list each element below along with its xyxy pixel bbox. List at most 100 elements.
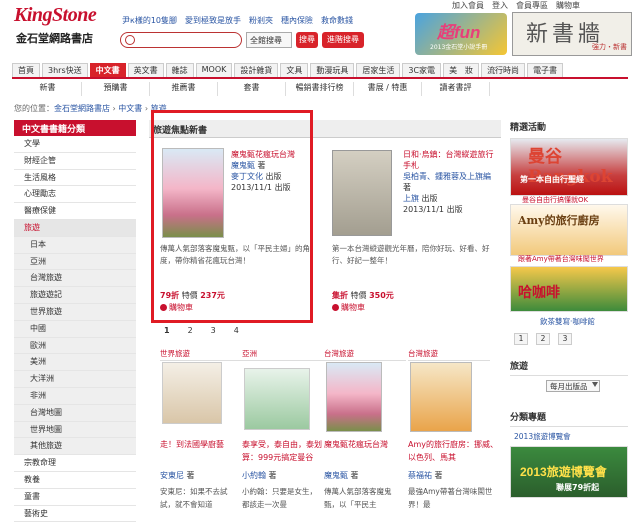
book-cover-image[interactable] <box>244 368 310 430</box>
book-title[interactable]: 泰享受，泰自由，泰划算：999元搞定曼谷 <box>242 438 322 464</box>
publisher-suffix: 出版 <box>421 194 438 203</box>
subtab-sets[interactable]: 套書 <box>218 82 286 96</box>
sidebar-subitem[interactable]: 亞洲 <box>14 253 136 271</box>
breadcrumb-home[interactable]: 金石堂網路書店 <box>54 104 110 113</box>
tab-fashion[interactable]: 流行時尚 <box>481 63 526 77</box>
sub-tabs: 新書 預購書 推薦書 套書 暢銷書排行榜 書展 / 特惠 讀者書評 <box>14 82 490 96</box>
breadcrumb-chinese-books[interactable]: 中文書 <box>118 104 142 113</box>
search-scope-select[interactable]: 全館搜尋 <box>246 32 292 48</box>
advanced-search-button[interactable]: 進階搜尋 <box>322 32 364 48</box>
sidebar-item[interactable]: 文學 <box>14 136 136 153</box>
subtab-bestseller[interactable]: 暢銷書排行榜 <box>286 82 354 96</box>
sidebar-subitem[interactable]: 世界地圖 <box>14 421 136 439</box>
tab-home-living[interactable]: 居家生活 <box>356 63 401 77</box>
sidebar-item[interactable]: 童書 <box>14 488 136 506</box>
sidebar-item[interactable]: 藝術史 <box>14 505 136 522</box>
author-suffix: 著 <box>434 471 443 480</box>
add-to-cart-button[interactable]: 購物車 <box>332 302 365 313</box>
tab-beauty[interactable]: 美 妝 <box>443 63 480 77</box>
sidebar-subitem[interactable]: 中國 <box>14 320 136 338</box>
sidebar-subitem[interactable]: 日本 <box>14 236 136 254</box>
tab-english-books[interactable]: 英文書 <box>127 63 164 77</box>
sidebar-item[interactable]: 教養 <box>14 471 136 489</box>
subtab-fairs[interactable]: 書展 / 特惠 <box>354 82 422 96</box>
banner-page-3[interactable]: 3 <box>558 333 572 345</box>
book-category-tag[interactable]: 亞洲 <box>242 348 324 361</box>
page-1[interactable]: 1 <box>164 326 170 335</box>
tab-mook[interactable]: MOOK <box>195 63 233 77</box>
sidebar-subitem[interactable]: 非洲 <box>14 387 136 405</box>
page-2[interactable]: 2 <box>188 326 193 335</box>
logo-chinese: 金石堂網路書店 <box>16 32 93 45</box>
tab-anime-toys[interactable]: 動漫玩具 <box>310 63 355 77</box>
sidebar-subitem[interactable]: 大洋洲 <box>14 371 136 388</box>
sidebar-subitem[interactable]: 旅遊遊記 <box>14 287 136 304</box>
sidebar-item[interactable]: 宗教命理 <box>14 455 136 472</box>
new-book-wall-subtitle: 強力・新書 <box>592 43 627 51</box>
subtab-preorder[interactable]: 預購書 <box>82 82 150 96</box>
sidebar-subitem[interactable]: 歐洲 <box>14 337 136 355</box>
author-suffix: 著 <box>403 183 411 192</box>
banner-page-2[interactable]: 2 <box>536 333 550 345</box>
book-title[interactable]: 魔鬼甄花瘋玩台灣 <box>324 438 404 451</box>
page-4[interactable]: 4 <box>234 326 239 335</box>
tab-chinese-books[interactable]: 中文書 <box>89 63 126 77</box>
author-link[interactable]: 魔鬼甄 <box>324 471 348 480</box>
sidebar-subitem[interactable]: 美洲 <box>14 354 136 372</box>
amy-kitchen-caption[interactable]: 跟著Amy帶著台灣味闖世界 <box>518 254 604 264</box>
tab-home[interactable]: 首頁 <box>12 63 40 77</box>
subtab-reviews[interactable]: 讀者書評 <box>422 82 490 96</box>
sidebar-item-travel[interactable]: 旅遊 <box>14 219 136 237</box>
search-input[interactable] <box>120 32 242 48</box>
tab-design-goods[interactable]: 設計雜貨 <box>234 63 279 77</box>
sidebar-item[interactable]: 醫療保健 <box>14 203 136 220</box>
book-category-tag[interactable]: 台灣旅遊 <box>408 348 490 361</box>
sidebar-item[interactable]: 生活風格 <box>14 169 136 187</box>
cart-link[interactable]: 購物車 <box>556 0 580 11</box>
sidebar-item[interactable]: 財經企管 <box>14 152 136 170</box>
book-cover-image[interactable] <box>410 362 472 432</box>
sidebar-subitem[interactable]: 世界旅遊 <box>14 303 136 321</box>
tab-stationery[interactable]: 文具 <box>280 63 309 77</box>
book-title[interactable]: Amy的旅行廚房：挪威、以色列、馬其 <box>408 438 500 464</box>
logo-kingstone[interactable]: KingStone <box>14 4 97 27</box>
member-area-link[interactable]: 會員專區 <box>516 0 548 11</box>
promo-link[interactable]: 粉剎夾 <box>249 15 273 26</box>
tab-magazines[interactable]: 雜誌 <box>165 63 194 77</box>
book-category-tag[interactable]: 台灣旅遊 <box>324 348 406 361</box>
promo-link[interactable]: 救命數錢 <box>321 15 353 26</box>
subtab-new[interactable]: 新書 <box>14 82 82 96</box>
book-title[interactable]: 走！到法國學廚藝 <box>160 438 240 451</box>
sidebar-item[interactable]: 心理勵志 <box>14 186 136 204</box>
book-cover-image[interactable] <box>332 150 392 236</box>
promo-link[interactable]: 尹к樣的10隻腳 <box>122 15 177 26</box>
fun-banner-subtitle: 2013金石堂小說手冊 <box>430 44 488 51</box>
book-description: 最強Amy帶著台灣味闖世界！最 <box>408 487 493 509</box>
subtab-recommended[interactable]: 推薦書 <box>150 82 218 96</box>
search-button[interactable]: 搜尋 <box>296 32 318 48</box>
author-link[interactable]: 安東尼 <box>160 471 184 480</box>
book-cover-image[interactable] <box>162 362 222 424</box>
tab-ebooks[interactable]: 電子書 <box>527 63 564 77</box>
featured-book-title[interactable]: 日和·烏鎮：台灣縱遊旅行手札 <box>403 149 499 171</box>
author-link[interactable]: 小約翰 <box>242 471 266 480</box>
book-author: 小約翰 著 <box>242 470 277 481</box>
sidebar-subitem[interactable]: 其他旅遊 <box>14 438 136 456</box>
author-link[interactable]: 吳柏青、鍾雅蓉及上旗編 <box>403 172 491 181</box>
topic-link-travel-expo[interactable]: 2013旅遊博覽會 <box>514 431 571 442</box>
sidebar-subitem[interactable]: 台灣旅遊 <box>14 270 136 288</box>
page-3[interactable]: 3 <box>211 326 216 335</box>
tab-3hrs[interactable]: 3hrs快送 <box>42 63 88 77</box>
join-member-link[interactable]: 加入會員 <box>452 0 484 11</box>
promo-link[interactable]: 愛到極致是放手 <box>185 15 241 26</box>
book-category-tag[interactable]: 世界旅遊 <box>160 348 242 361</box>
author-link[interactable]: 蔡福祐 <box>408 471 432 480</box>
login-link[interactable]: 登入 <box>492 0 508 11</box>
tab-3c[interactable]: 3C家電 <box>402 63 442 77</box>
view-more-link[interactable]: 飲茶雙寫·咖啡館 <box>540 316 595 327</box>
promo-link[interactable]: 穗內保險 <box>281 15 313 26</box>
book-cover-image[interactable] <box>326 362 382 432</box>
banner-page-1[interactable]: 1 <box>514 333 528 345</box>
publisher-link[interactable]: 上旗 <box>403 194 419 203</box>
sidebar-subitem[interactable]: 台灣地圖 <box>14 404 136 422</box>
